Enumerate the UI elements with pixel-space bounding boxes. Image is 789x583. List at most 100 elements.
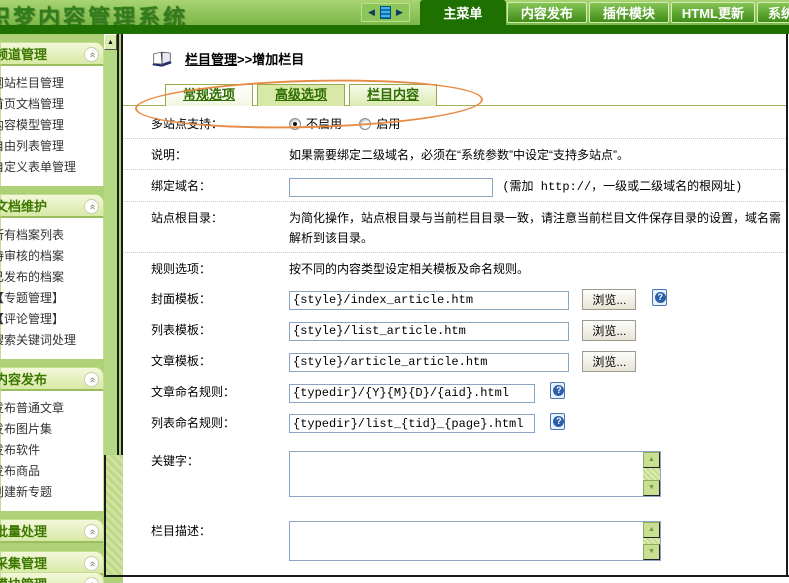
add-column-form: 多站点支持： 不启用 启用 说明： 如果需要绑定二级域名，必须在“系统参数”中设… <box>123 106 786 575</box>
sidebar-item-publish-article[interactable]: 发布普通文章 <box>0 398 103 419</box>
sidebar-item-site-column-manage[interactable]: 网站栏目管理 <box>0 73 103 94</box>
row-description: 栏目描述： ▲ ▼ <box>123 515 786 565</box>
tab-advanced-options[interactable]: 高级选项 <box>257 84 345 106</box>
tab-column-content[interactable]: 栏目内容 <box>349 84 437 106</box>
menu-book-icon[interactable] <box>380 6 391 19</box>
sidebar-item-publish-product[interactable]: 发布商品 <box>0 461 103 482</box>
domain-input[interactable] <box>289 178 493 197</box>
row-domain: 绑定域名： (需加 http://，一级或二级域名的根网址) <box>123 170 786 202</box>
collapse-icon[interactable]: « <box>84 47 99 62</box>
description-value: ▲ ▼ <box>289 519 786 561</box>
form-tabbar: 常规选项 高级选项 栏目内容 <box>123 84 786 106</box>
article-rule-value <box>289 380 786 403</box>
article-template-input[interactable] <box>289 353 569 372</box>
scroll-down-icon[interactable]: ▼ <box>643 480 660 496</box>
sidebar-section-doc-maintain: 文档维护 « 所有档案列表 待审核的档案 已发布的档案 【专题管理】 【评论管理… <box>0 194 104 359</box>
note-label: 说明： <box>151 143 289 163</box>
note-text: 如果需要绑定二级域名，必须在“系统参数”中设定“支持多站点”。 <box>289 143 786 165</box>
sidebar-panel-channel: 网站栏目管理 首页文档管理 内容模型管理 自由列表管理 自定义表单管理 <box>0 66 104 186</box>
radio-multisite-off[interactable] <box>289 118 301 130</box>
radio-multisite-on-label[interactable]: 启用 <box>376 117 400 131</box>
sidebar-item-comment-manage[interactable]: 【评论管理】 <box>0 309 103 330</box>
main-content: 栏目管理>>增加栏目 常规选项 高级选项 栏目内容 多站点支持： 不启用 启用 … <box>121 34 786 575</box>
sidebar-item-home-doc-manage[interactable]: 首页文档管理 <box>0 94 103 115</box>
collapse-icon[interactable]: « <box>84 199 99 214</box>
list-rule-help-icon[interactable] <box>550 413 565 430</box>
sidebar-panel-content-publish: 发布普通文章 发布图片集 发布软件 发布商品 创建新专题 <box>0 391 104 511</box>
list-browse-button[interactable]: 浏览... <box>582 320 636 341</box>
sidebar-header-label: 批量处理 <box>0 521 47 540</box>
article-template-label: 文章模板： <box>151 349 289 369</box>
page-bottom-border <box>104 575 789 577</box>
topnav-tab-main-menu[interactable]: 主菜单 <box>420 0 506 25</box>
description-textarea[interactable] <box>290 522 643 560</box>
cover-template-input[interactable] <box>289 291 569 310</box>
sidebar-header-content-publish[interactable]: 内容发布 « <box>0 367 104 391</box>
sidebar-item-special-manage[interactable]: 【专题管理】 <box>0 288 103 309</box>
sidebar-header-label: 内容发布 <box>0 369 47 388</box>
breadcrumb-link[interactable]: 栏目管理 <box>185 52 237 67</box>
topnav-tab-system[interactable]: 系统 <box>757 2 789 23</box>
list-rule-label: 列表命名规则： <box>151 411 289 431</box>
article-rule-label: 文章命名规则： <box>151 380 289 400</box>
collapse-icon[interactable]: « <box>84 556 99 571</box>
sidebar-item-publish-gallery[interactable]: 发布图片集 <box>0 419 103 440</box>
collapse-icon[interactable]: « <box>84 372 99 387</box>
sidebar-header-doc-maintain[interactable]: 文档维护 « <box>0 194 104 218</box>
description-scrollbar[interactable]: ▲ ▼ <box>643 522 660 560</box>
article-rule-help-icon[interactable] <box>550 382 565 399</box>
cover-template-value: 浏览... <box>289 287 786 310</box>
list-template-input[interactable] <box>289 322 569 341</box>
sidebar-header-label: 采集管理 <box>0 553 47 572</box>
rule-text: 按不同的内容类型设定相关模板及命名规则。 <box>289 257 786 279</box>
domain-hint: (需加 http://，一级或二级域名的根网址) <box>502 180 742 194</box>
tab-general-options[interactable]: 常规选项 <box>165 84 253 106</box>
keywords-scrollbar[interactable]: ▲ ▼ <box>643 452 660 496</box>
collapse-icon[interactable]: « <box>84 524 99 539</box>
sidebar-item-create-special[interactable]: 创建新专题 <box>0 482 103 503</box>
description-textarea-wrap: ▲ ▼ <box>289 521 661 561</box>
multisite-options: 不启用 启用 <box>289 112 786 134</box>
sidebar-header-batch[interactable]: 批量处理 « <box>0 519 104 543</box>
scroll-up-icon[interactable]: ▲ <box>104 34 117 50</box>
scroll-up-icon[interactable]: ▲ <box>643 452 660 468</box>
topnav-tab-plugin-modules[interactable]: 插件模块 <box>589 2 669 23</box>
article-browse-button[interactable]: 浏览... <box>582 351 636 372</box>
sidebar-item-search-keywords[interactable]: 搜索关键词处理 <box>0 330 103 351</box>
sidebar-item-all-archives[interactable]: 所有档案列表 <box>0 225 103 246</box>
sidebar-header-modules[interactable]: 模块管理 « <box>0 572 104 583</box>
top-bar: 织梦内容管理系统 ◀ ▶ 主菜单 内容发布 插件模块 HTML更新 系统 <box>0 0 789 25</box>
sidebar-header-label: 频道管理 <box>0 44 47 63</box>
sidebar-item-content-model-manage[interactable]: 内容模型管理 <box>0 115 103 136</box>
sidebar-item-free-list-manage[interactable]: 自由列表管理 <box>0 136 103 157</box>
sidebar-scrollbar[interactable]: ▲ <box>104 34 119 455</box>
topnav-tab-content-publish[interactable]: 内容发布 <box>507 2 587 23</box>
row-list-naming-rule: 列表命名规则： <box>123 407 786 438</box>
keywords-textarea[interactable] <box>290 452 643 496</box>
sidebar-item-publish-software[interactable]: 发布软件 <box>0 440 103 461</box>
scroll-up-icon[interactable]: ▲ <box>643 522 660 538</box>
sidebar-item-pending-archives[interactable]: 待审核的档案 <box>0 246 103 267</box>
article-rule-input[interactable] <box>289 384 535 403</box>
cover-help-icon[interactable] <box>652 289 667 306</box>
radio-multisite-on[interactable] <box>359 118 371 130</box>
rule-label: 规则选项： <box>151 257 289 277</box>
sidebar-header-channel[interactable]: 频道管理 « <box>0 42 104 66</box>
topnav-tab-html-update[interactable]: HTML更新 <box>671 2 755 23</box>
multisite-label: 多站点支持： <box>151 112 289 132</box>
domain-value: (需加 http://，一级或二级域名的根网址) <box>289 174 786 197</box>
scroll-down-icon[interactable]: ▼ <box>643 544 660 560</box>
title-bar: 栏目管理>>增加栏目 <box>123 34 786 68</box>
sidebar-item-published-archives[interactable]: 已发布的档案 <box>0 267 103 288</box>
list-rule-input[interactable] <box>289 414 535 433</box>
nav-next-icon[interactable]: ▶ <box>396 8 403 17</box>
collapse-icon[interactable]: « <box>84 577 99 583</box>
cover-browse-button[interactable]: 浏览... <box>582 289 636 310</box>
sidebar-item-custom-form-manage[interactable]: 自定义表单管理 <box>0 157 103 178</box>
breadcrumb-current: >>增加栏目 <box>237 52 304 67</box>
siteroot-label: 站点根目录： <box>151 206 289 226</box>
list-template-value: 浏览... <box>289 318 786 341</box>
nav-prev-icon[interactable]: ◀ <box>368 8 375 17</box>
radio-multisite-off-label[interactable]: 不启用 <box>306 117 342 131</box>
description-label: 栏目描述： <box>151 519 289 539</box>
